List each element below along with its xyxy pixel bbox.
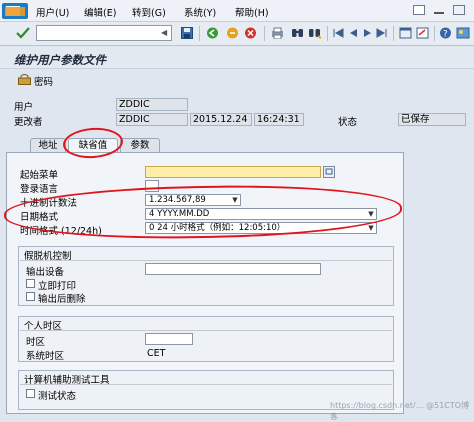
system-timezone-value: CET: [147, 348, 166, 359]
timezone-label: 时区: [26, 337, 46, 348]
tab-parameters[interactable]: 参数: [120, 138, 160, 153]
find-next-icon[interactable]: [308, 27, 321, 39]
exit-icon[interactable]: [226, 27, 239, 39]
minimize-icon[interactable]: [433, 5, 445, 15]
user-field: ZDDIC: [116, 98, 188, 111]
output-device-input[interactable]: [145, 263, 321, 275]
delete-after-output-checkbox[interactable]: [26, 292, 35, 301]
print-icon[interactable]: [271, 27, 284, 39]
last-page-icon[interactable]: [376, 28, 387, 38]
print-now-checkbox[interactable]: [26, 279, 35, 288]
first-page-icon[interactable]: [333, 28, 344, 38]
password-button[interactable]: 密码: [34, 74, 53, 88]
menu-bar: 用户(U) 编辑(E) 转到(G) 系统(Y) 帮助(H): [0, 0, 474, 22]
user-label: 用户: [14, 102, 34, 113]
status-label: 状态: [338, 117, 358, 128]
command-field[interactable]: ◀: [36, 25, 172, 41]
layout-icon[interactable]: [456, 27, 470, 39]
status-field: 已保存: [398, 113, 466, 126]
application-toolbar: 密码: [0, 70, 474, 90]
title-bar: 维护用户参数文件: [0, 47, 474, 69]
next-page-icon[interactable]: [362, 28, 373, 38]
chevron-down-icon[interactable]: ◀: [161, 28, 169, 37]
svg-text:?: ?: [443, 30, 448, 40]
tab-address[interactable]: 地址: [30, 138, 66, 153]
changed-date-field: 2015.12.24: [190, 113, 252, 126]
print-now-label: 立即打印: [38, 281, 77, 292]
personal-timezone-group: [18, 316, 394, 362]
help-icon[interactable]: ?: [439, 27, 452, 39]
logon-language-label: 登录语言: [20, 184, 59, 195]
popup-icon[interactable]: [323, 166, 335, 178]
delete-after-output-label: 输出后删除: [38, 294, 86, 305]
changed-by-field: ZDDIC: [116, 113, 188, 126]
system-timezone-label: 系统时区: [26, 351, 65, 362]
window-icon[interactable]: [413, 5, 425, 15]
timezone-input[interactable]: [145, 333, 193, 345]
start-menu-label: 起始菜单: [20, 170, 59, 181]
save-icon[interactable]: [181, 27, 193, 39]
maximize-icon[interactable]: [453, 5, 465, 15]
test-status-checkbox[interactable]: [26, 389, 35, 398]
watermark: https://blog.csdn.net/… @51CTO博客: [330, 401, 470, 421]
output-device-label: 输出设备: [26, 267, 65, 278]
sap-logo-icon[interactable]: [2, 3, 28, 19]
prev-page-icon[interactable]: [348, 28, 359, 38]
shortcut-icon[interactable]: [416, 27, 429, 39]
chevron-down-icon[interactable]: ▼: [367, 224, 375, 232]
standard-toolbar: ◀ ?: [0, 22, 474, 46]
changed-by-label: 更改者: [14, 117, 43, 128]
find-icon[interactable]: [291, 27, 304, 39]
check-icon[interactable]: [16, 27, 30, 39]
password-icon[interactable]: [18, 74, 31, 85]
start-menu-input[interactable]: [145, 166, 321, 178]
new-session-icon[interactable]: [399, 27, 412, 39]
menu-system[interactable]: 系统(Y): [184, 5, 216, 19]
page-title: 维护用户参数文件: [14, 53, 106, 67]
menu-goto[interactable]: 转到(G): [132, 5, 166, 19]
cancel-icon[interactable]: [244, 27, 257, 39]
test-status-label: 测试状态: [38, 391, 77, 402]
changed-time-field: 16:24:31: [254, 113, 304, 126]
menu-help[interactable]: 帮助(H): [235, 5, 269, 19]
menu-edit[interactable]: 编辑(E): [84, 5, 116, 19]
menu-user[interactable]: 用户(U): [36, 5, 69, 19]
back-icon[interactable]: [206, 27, 219, 39]
